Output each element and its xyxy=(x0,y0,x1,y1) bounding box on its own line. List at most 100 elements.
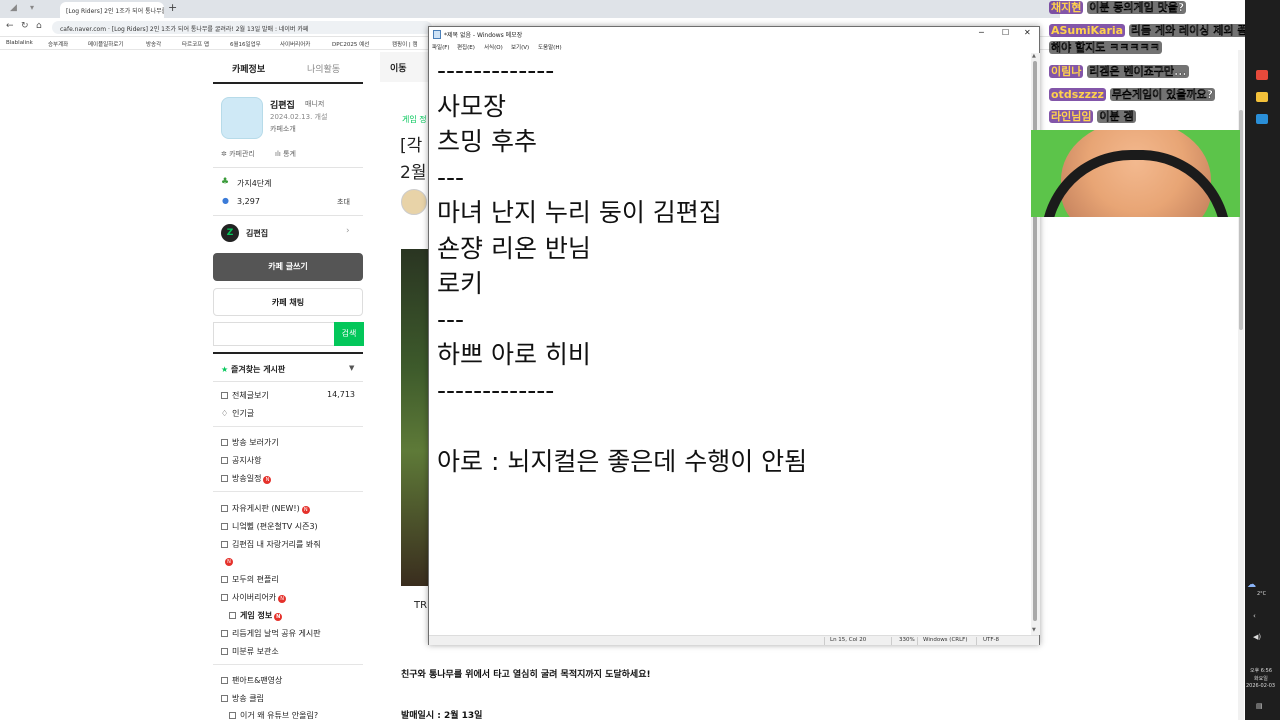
board-link-all[interactable]: 전체글보기 xyxy=(221,390,269,401)
board-link[interactable]: 니엌쀨 (편운철TV 시즌3) xyxy=(221,521,318,532)
board-link[interactable]: 방송 클립 xyxy=(221,693,264,704)
clock-date[interactable]: 2026-02-03 xyxy=(1246,683,1275,689)
new-badge: N xyxy=(225,558,233,566)
notepad-text-area[interactable]: ------------- 사모장 츠밍 후추 --- 마녀 난지 누리 둥이 김편집 숀… xyxy=(437,53,1027,657)
menu-view[interactable]: 보기(V) xyxy=(511,43,529,51)
author-avatar[interactable] xyxy=(401,189,427,215)
member-count[interactable]: 3,297 xyxy=(237,197,260,206)
notepad-line: 하쁘 아로 히비 xyxy=(437,340,591,369)
stats-link[interactable]: ılı 통계 xyxy=(275,149,296,159)
board-link[interactable]: 미분류 보관소 xyxy=(221,646,279,657)
cafe-avatar[interactable] xyxy=(221,97,263,139)
move-tab[interactable]: 이동 xyxy=(390,61,407,74)
notepad-menubar: 파일(F) 편집(E) 서식(O) 보기(V) 도움말(H) xyxy=(429,42,1039,53)
notepad-titlebar[interactable]: *제목 없음 - Windows 메모장 ─ ☐ ✕ xyxy=(429,27,1039,42)
cafe-manage-link[interactable]: ✲ 카페관리 xyxy=(221,149,255,159)
manager-chat-name[interactable]: 김편집 xyxy=(246,228,268,239)
weather-icon[interactable]: ☁ xyxy=(1247,580,1256,590)
bookmark-item[interactable]: 메이플일하로기 xyxy=(88,40,123,48)
volume-icon[interactable]: ◀) xyxy=(1253,633,1261,641)
refresh-icon[interactable]: ↻ xyxy=(21,21,29,31)
board-link[interactable]: 팬아트&팬영상 xyxy=(221,675,282,686)
board-link[interactable]: 공지사항 xyxy=(221,455,261,466)
bookmark-item[interactable]: 사이버리어카 xyxy=(280,40,310,48)
clock-time[interactable]: 오후 6:56 xyxy=(1250,667,1272,674)
cursor-position: Ln 15, Col 20 xyxy=(830,637,867,643)
bookmark-item[interactable]: DPC2025 예선 xyxy=(332,40,369,48)
gear-icon: ✲ xyxy=(221,150,227,158)
browser-icon: ◢ xyxy=(10,3,17,13)
board-link[interactable]: 방송 보러가기 xyxy=(221,437,279,448)
webcam-feed xyxy=(1031,130,1240,217)
sidebar-tabs: 카페정보 나의활동 xyxy=(213,52,363,84)
board-icon xyxy=(221,523,228,530)
cafe-intro-link[interactable]: 카페소개 xyxy=(270,124,296,134)
article-title-line2: 2월 xyxy=(400,163,427,183)
divider xyxy=(976,637,977,645)
write-post-button[interactable]: 카페 글쓰기 xyxy=(213,253,363,281)
board-link[interactable]: 모두의 편플리 xyxy=(221,574,279,585)
close-icon[interactable]: ✕ xyxy=(1024,28,1031,37)
chevron-right-icon[interactable]: › xyxy=(346,226,350,236)
bookmark-item[interactable]: 캠핑이 | 캠 xyxy=(392,40,418,48)
scroll-up-icon[interactable]: ▲ xyxy=(1032,53,1036,59)
browser-tab[interactable]: [Log Riders] 2인 1조가 되어 통나무를 굴려라! 2월 13일 … xyxy=(60,2,164,18)
minimize-icon[interactable]: ─ xyxy=(979,28,984,37)
menu-help[interactable]: 도움말(H) xyxy=(538,43,562,51)
cafe-rank: 가지4단계 xyxy=(237,179,272,188)
browser-tab-bar: ◢ ▾ [Log Riders] 2인 1조가 되어 통나무를 굴려라! 2월 … xyxy=(0,0,1060,18)
bookmark-item[interactable]: 타르코프 맵 xyxy=(182,40,209,48)
back-icon[interactable]: ← xyxy=(6,21,14,31)
clock-day[interactable]: 화요일 xyxy=(1254,675,1268,682)
manager-name[interactable]: 김편집 xyxy=(270,98,295,111)
caret-down-icon[interactable]: ▼ xyxy=(349,364,354,372)
post-count: 14,713 xyxy=(327,390,355,399)
board-link[interactable]: 이거 왜 유튜브 안올림? xyxy=(229,710,318,720)
tab-my-activity[interactable]: 나의활동 xyxy=(307,62,340,75)
board-link[interactable]: 자유게시판 (NEW!) N xyxy=(221,503,310,514)
home-icon[interactable]: ⌂ xyxy=(36,21,42,31)
favorite-boards-header[interactable]: ★ 즐겨찾는 게시판 ▼ xyxy=(213,352,363,382)
new-tab-button[interactable]: + xyxy=(168,1,177,14)
notepad-line: 로키 xyxy=(437,269,484,298)
cafe-search-input[interactable] xyxy=(213,322,335,346)
board-icon xyxy=(221,475,228,482)
bookmark-item[interactable]: 방송각 xyxy=(146,40,161,48)
chevron-up-icon[interactable]: ‹ xyxy=(1253,612,1256,620)
video-caption: TR xyxy=(414,600,428,611)
weather-temp[interactable]: 2°C xyxy=(1257,591,1266,597)
invite-link[interactable]: 초대 xyxy=(337,197,350,207)
bookmark-item[interactable]: 승부계좌 xyxy=(48,40,68,48)
new-badge: N xyxy=(274,613,283,621)
board-link-popular[interactable]: ♢ 인기글 xyxy=(221,408,254,419)
board-link[interactable]: 게임 정보 N xyxy=(229,610,283,621)
notepad-line xyxy=(437,408,1027,444)
tab-cafe-info[interactable]: 카페정보 xyxy=(232,62,265,75)
url-field[interactable]: cafe.naver.com · [Log Riders] 2인 1조가 되어 … xyxy=(52,21,432,34)
chat-text: 이분 동의게임 맛을? xyxy=(1087,1,1187,14)
app-icon[interactable] xyxy=(1256,70,1268,80)
bookmark-item[interactable]: 6월16일업무 xyxy=(230,40,261,48)
scroll-down-icon[interactable]: ▼ xyxy=(1032,627,1036,633)
menu-edit[interactable]: 편집(E) xyxy=(457,43,475,51)
cafe-chat-button[interactable]: 카페 채팅 xyxy=(213,288,363,316)
bookmark-item[interactable]: Blablalink xyxy=(6,40,33,46)
folder-icon[interactable] xyxy=(1256,92,1268,102)
board-link[interactable]: 김편집 내 자랑거리를 봐줘 xyxy=(221,539,321,550)
menu-format[interactable]: 서식(O) xyxy=(484,43,503,51)
article-category[interactable]: 게임 정 xyxy=(402,114,427,125)
notepad-line: --- xyxy=(437,304,465,334)
search-button[interactable]: 검색 xyxy=(334,322,364,346)
board-link[interactable]: 사이버리어카 N xyxy=(221,592,287,603)
cafe-sidebar: 카페정보 나의활동 김편집 매니저 2024.02.13. 개설 카페소개 ✲ … xyxy=(213,52,365,720)
board-link[interactable]: 방송일정 N xyxy=(221,473,272,484)
board-link[interactable]: 리듬게임 날먹 공유 게시판 xyxy=(221,628,321,639)
notification-icon[interactable]: ▤ xyxy=(1256,702,1263,710)
tab-overflow-icon[interactable]: ▾ xyxy=(30,3,34,12)
article-body-text: 친구와 통나무를 위에서 타고 열심히 굴려 목적지까지 도달하세요! xyxy=(401,670,651,680)
menu-file[interactable]: 파일(F) xyxy=(432,43,450,51)
board-icon xyxy=(229,612,236,619)
video-player[interactable] xyxy=(401,249,431,586)
app-icon[interactable] xyxy=(1256,114,1268,124)
maximize-icon[interactable]: ☐ xyxy=(1002,28,1009,37)
